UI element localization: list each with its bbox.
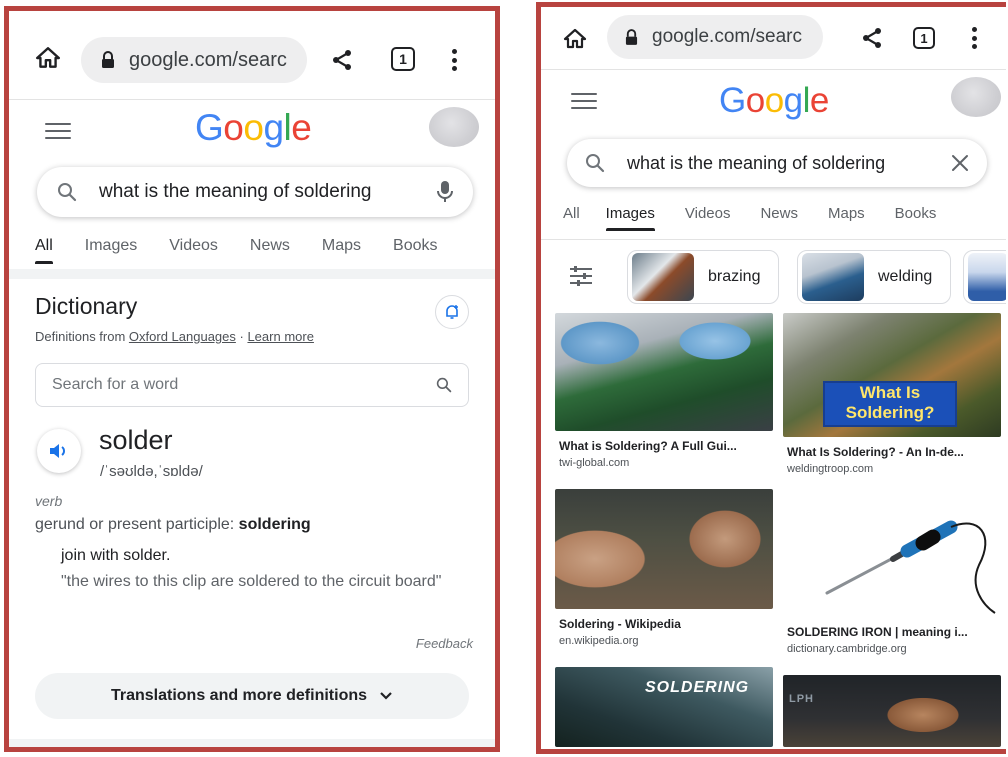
image-result-1-title[interactable]: What is Soldering? A Full Gui...	[559, 439, 773, 453]
search-icon[interactable]	[585, 153, 605, 173]
tab-videos[interactable]: Videos	[169, 237, 218, 255]
avatar[interactable]	[951, 77, 1001, 117]
part-of-speech: verb	[35, 493, 63, 509]
url-text: google.com/searc	[652, 26, 802, 47]
tab-count: 1	[920, 30, 928, 46]
google-logo: Google	[195, 107, 312, 148]
chip-welding[interactable]: welding	[797, 250, 952, 304]
image-overlay-label: What Is Soldering?	[823, 381, 957, 427]
image-result-2[interactable]: What Is Soldering?	[783, 313, 1001, 437]
tab-images[interactable]: Images	[605, 205, 656, 231]
browser-toolbar: google.com/searc 1	[9, 11, 495, 99]
search-box[interactable]: what is the meaning of soldering	[37, 167, 473, 217]
search-icon[interactable]	[57, 182, 77, 202]
gerund-value: soldering	[238, 516, 311, 533]
image-result-1[interactable]	[555, 313, 773, 431]
search-icon[interactable]	[436, 377, 452, 393]
tab-switcher-icon[interactable]: 1	[913, 27, 935, 49]
browser-toolbar: google.com/searc 1	[541, 7, 1006, 69]
tab-news[interactable]: News	[250, 237, 290, 255]
definition: join with solder.	[61, 547, 171, 564]
chip-thumbnail	[632, 253, 694, 301]
word-search-input[interactable]: Search for a word	[35, 363, 469, 407]
tab-books[interactable]: Books	[895, 205, 937, 222]
tab-maps[interactable]: Maps	[828, 205, 865, 222]
tab-switcher-icon[interactable]: 1	[391, 47, 415, 71]
image-result-4[interactable]	[783, 495, 1001, 619]
close-icon[interactable]	[951, 154, 969, 172]
image-result-6[interactable]: LPH	[783, 675, 1001, 747]
image-result-3-source: en.wikipedia.org	[559, 635, 639, 647]
chevron-down-icon	[379, 691, 393, 701]
image-result-3-title[interactable]: Soldering - Wikipedia	[559, 617, 773, 631]
tab-images[interactable]: Images	[85, 237, 137, 255]
tab-all[interactable]: All	[35, 237, 53, 264]
image-overlay-text: SOLDERING	[645, 679, 750, 696]
speaker-icon[interactable]	[37, 429, 81, 473]
lock-icon	[625, 28, 638, 46]
search-query[interactable]: what is the meaning of soldering	[99, 181, 423, 203]
home-icon[interactable]	[33, 43, 63, 73]
image-result-5[interactable]: SOLDERING	[555, 667, 773, 747]
related-chips: brazing welding	[541, 247, 1006, 305]
example-sentence: "the wires to this clip are soldered to …	[61, 573, 442, 590]
image-overlay-text: LPH	[789, 693, 814, 705]
learn-more-link[interactable]: Learn more	[247, 329, 313, 344]
image-result-2-source: weldingtroop.com	[787, 463, 874, 475]
headword: solder	[99, 425, 173, 455]
address-bar[interactable]: google.com/searc	[81, 37, 307, 83]
feedback-link[interactable]: Feedback	[416, 636, 473, 651]
search-tabs: All Images Videos News Maps Books	[563, 205, 937, 231]
dictionary-source: Definitions from Oxford Languages · Lear…	[35, 329, 314, 344]
tab-videos[interactable]: Videos	[685, 205, 731, 222]
chip-more[interactable]	[963, 250, 1006, 304]
image-result-3[interactable]	[555, 489, 773, 609]
chip-label: brazing	[708, 268, 761, 285]
search-box[interactable]: what is the meaning of soldering	[567, 139, 987, 187]
mic-icon[interactable]	[437, 180, 453, 204]
dictionary-title: Dictionary	[35, 293, 138, 319]
soldering-iron-illustration	[825, 520, 996, 614]
avatar[interactable]	[429, 107, 479, 147]
more-vert-icon[interactable]	[971, 27, 977, 49]
image-result-2-title[interactable]: What Is Soldering? - An In-de...	[787, 445, 1001, 459]
search-query[interactable]: what is the meaning of soldering	[627, 153, 937, 174]
word-search-placeholder[interactable]: Search for a word	[52, 376, 436, 394]
more-definitions-button[interactable]: Translations and more definitions	[35, 673, 469, 719]
google-logo: Google	[719, 81, 829, 120]
more-definitions-label: Translations and more definitions	[110, 687, 368, 704]
search-tabs: All Images Videos News Maps Books	[35, 237, 438, 264]
oxford-languages-link[interactable]: Oxford Languages	[129, 329, 236, 344]
tab-all[interactable]: All	[563, 205, 580, 222]
share-icon[interactable]	[859, 25, 885, 51]
chip-thumbnail	[802, 253, 864, 301]
address-bar[interactable]: google.com/searc	[607, 15, 823, 59]
url-text: google.com/searc	[129, 48, 287, 71]
tab-count: 1	[399, 51, 407, 67]
hamburger-icon[interactable]	[571, 93, 597, 109]
home-icon[interactable]	[561, 25, 589, 53]
image-result-1-source: twi-global.com	[559, 457, 630, 469]
left-phone-screenshot: google.com/searc 1 Google what is the me…	[4, 6, 500, 752]
phonetic: /ˈsəʊldə,ˈsɒldə/	[100, 463, 203, 480]
more-vert-icon[interactable]	[451, 49, 457, 71]
right-phone-screenshot: google.com/searc 1 Google what is the me…	[536, 2, 1006, 754]
add-alert-icon[interactable]	[435, 295, 469, 329]
lock-icon	[101, 51, 115, 69]
tab-maps[interactable]: Maps	[322, 237, 361, 255]
chip-thumbnail	[968, 253, 1006, 301]
image-result-4-title[interactable]: SOLDERING IRON | meaning i...	[787, 625, 1001, 639]
tab-books[interactable]: Books	[393, 237, 437, 255]
gerund-line: gerund or present participle: soldering	[35, 516, 311, 533]
share-icon[interactable]	[329, 47, 355, 73]
chip-label: welding	[878, 268, 933, 285]
tab-news[interactable]: News	[760, 205, 798, 222]
hamburger-icon[interactable]	[45, 123, 71, 139]
filter-icon[interactable]	[569, 265, 593, 292]
image-result-4-source: dictionary.cambridge.org	[787, 643, 907, 655]
chip-brazing[interactable]: brazing	[627, 250, 780, 304]
